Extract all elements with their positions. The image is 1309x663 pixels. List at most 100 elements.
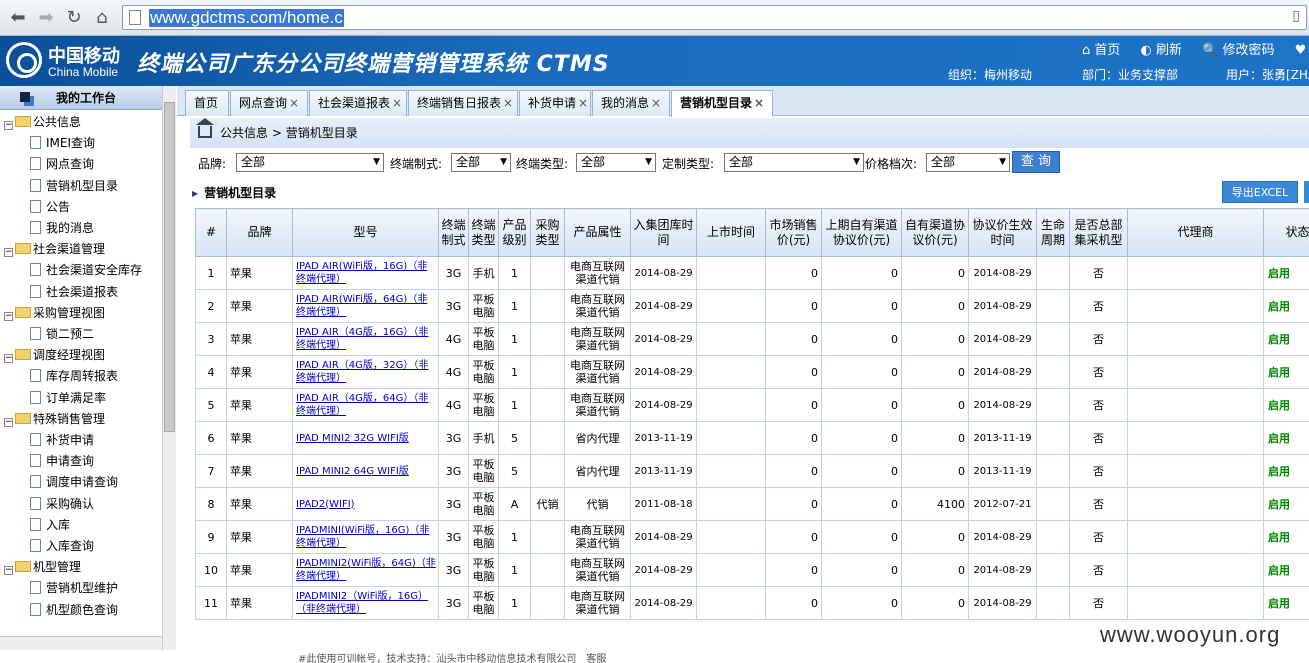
tree-item[interactable]: 订单满足率 bbox=[0, 388, 106, 409]
tree-item[interactable]: 社会渠道安全库存 bbox=[0, 260, 142, 281]
tree-item[interactable]: 调度申请查询 bbox=[0, 472, 118, 493]
tree-item[interactable]: 机型颜色查询 bbox=[0, 600, 118, 621]
tree-label: 调度申请查询 bbox=[46, 475, 119, 490]
sidebar-scrollbar[interactable] bbox=[162, 86, 176, 650]
reload-icon[interactable]: ↻ bbox=[64, 8, 84, 28]
brand-label: 品牌: bbox=[198, 157, 227, 171]
collapse-toggle-icon[interactable]: − bbox=[4, 566, 13, 576]
change-password-link[interactable]: 🔍 修改密码 bbox=[1202, 43, 1282, 58]
tree-item[interactable]: 入库查询 bbox=[0, 536, 94, 557]
column-header: 代理商 bbox=[1127, 208, 1264, 257]
table-cell: 4G bbox=[438, 322, 469, 356]
tree-folder[interactable]: − 采购管理视图 bbox=[0, 303, 105, 324]
model-link[interactable]: IPADMINI(WiFi版，16G)（非终端代理） bbox=[296, 525, 429, 549]
collapse-toggle-icon[interactable]: − bbox=[4, 417, 13, 427]
close-icon[interactable]: × bbox=[754, 96, 764, 110]
tab[interactable]: 社会渠道报表 × bbox=[309, 90, 407, 116]
tree-folder[interactable]: − 公共信息 bbox=[0, 112, 81, 133]
model-link[interactable]: IPADMINI2（WiFi版，16G）（非终端代理） bbox=[296, 591, 428, 615]
tab[interactable]: 营销机型目录 × bbox=[671, 90, 773, 117]
tab[interactable]: 首页 bbox=[185, 90, 229, 116]
model-link[interactable]: IPAD MINI2 32G WIFI版 bbox=[296, 433, 409, 444]
tab[interactable]: 网点查询 × bbox=[230, 90, 308, 116]
tree-item[interactable]: 网点查询 bbox=[0, 154, 94, 175]
table-cell: 否 bbox=[1069, 421, 1128, 455]
close-icon[interactable]: × bbox=[392, 96, 402, 110]
brand-select[interactable]: 全部 bbox=[236, 153, 384, 172]
query-button[interactable]: 查 询 bbox=[1012, 151, 1060, 173]
table-cell: 代销 bbox=[530, 487, 565, 521]
close-icon[interactable]: × bbox=[578, 96, 588, 110]
page-icon bbox=[30, 602, 41, 616]
tree-folder[interactable]: − 社会渠道管理 bbox=[0, 239, 105, 260]
table-cell: 0 bbox=[765, 322, 822, 356]
tree-item[interactable]: 补货申请 bbox=[0, 430, 94, 451]
model-link[interactable]: IPAD2(WIFI) bbox=[296, 499, 355, 510]
close-icon[interactable]: × bbox=[651, 96, 661, 110]
collapse-toggle-icon[interactable]: − bbox=[4, 354, 13, 364]
model-link[interactable]: IPAD AIR(WiFi版，64G)（非终端代理） bbox=[296, 294, 427, 318]
tree-item[interactable]: 营销机型维护 bbox=[0, 578, 118, 599]
model-link[interactable]: IPAD AIR（4G版，32G）（非终端代理） bbox=[296, 360, 428, 384]
collapse-toggle-icon[interactable]: − bbox=[4, 248, 13, 258]
table-cell bbox=[696, 256, 766, 290]
refresh-link[interactable]: ◐ 刷新 bbox=[1141, 43, 1191, 58]
table-cell: 5 bbox=[498, 421, 531, 455]
tree-folder[interactable]: − 调度经理视图 bbox=[0, 345, 105, 366]
export-excel-button[interactable]: 导出EXCEL bbox=[1222, 181, 1298, 203]
address-bar[interactable]: www.gdctms.com/home.c ▯ bbox=[122, 5, 1307, 30]
tree-item[interactable]: IMEI查询 bbox=[0, 133, 95, 154]
tab[interactable]: 补货申请 × bbox=[519, 90, 591, 116]
tree-item[interactable]: 我的消息 bbox=[0, 218, 94, 239]
scrollbar-thumb[interactable] bbox=[164, 102, 175, 432]
model-link[interactable]: IPAD MINI2 64G WIFI版 bbox=[296, 466, 409, 477]
tree-item[interactable]: 入库 bbox=[0, 515, 70, 536]
table-cell: 否 bbox=[1069, 388, 1128, 422]
model-link[interactable]: IPAD AIR（4G版，64G）（非终端代理） bbox=[296, 393, 428, 417]
close-icon[interactable]: × bbox=[503, 96, 513, 110]
table-cell: 电商互联网渠道代销 bbox=[564, 256, 631, 290]
model-link[interactable]: IPADMINI2(WiFi版，64G)（非终端代理） bbox=[296, 558, 436, 582]
table-cell: 0 bbox=[821, 421, 902, 455]
home-icon[interactable]: ⌂ bbox=[92, 8, 112, 28]
table-cell: IPAD AIR(WiFi版，16G)（非终端代理） bbox=[292, 256, 439, 290]
column-header: 上期自有渠道协议价(元) bbox=[821, 208, 902, 257]
table-cell: 2013-11-19 bbox=[630, 454, 697, 488]
help-link[interactable]: ♥ 帮助 bbox=[1295, 43, 1309, 58]
table-cell: IPAD AIR（4G版，32G）（非终端代理） bbox=[292, 355, 439, 389]
system-select[interactable]: 全部 bbox=[451, 153, 511, 172]
type-select[interactable]: 全部 bbox=[576, 153, 656, 172]
back-icon[interactable]: ⬅ bbox=[8, 8, 28, 28]
price-select[interactable]: 全部 bbox=[926, 153, 1010, 172]
tree-folder[interactable]: − 特殊销售管理 bbox=[0, 409, 105, 430]
home-link[interactable]: ⌂ 首页 bbox=[1082, 43, 1128, 58]
page-icon bbox=[30, 199, 41, 213]
tree-item[interactable]: 库存周转报表 bbox=[0, 366, 118, 387]
table-cell: 2014-08-29 bbox=[968, 322, 1037, 356]
page-menu-icon[interactable]: ▯ bbox=[1292, 8, 1300, 24]
tree-label: 机型颜色查询 bbox=[46, 602, 119, 617]
tree-item[interactable]: 申请查询 bbox=[0, 451, 94, 472]
collapse-toggle-icon[interactable]: − bbox=[4, 311, 13, 321]
table-cell: 启用 bbox=[1263, 586, 1309, 620]
tab[interactable]: 终端销售日报表 × bbox=[408, 90, 518, 116]
tree-folder[interactable]: − 机型管理 bbox=[0, 557, 81, 578]
model-link[interactable]: IPAD AIR（4G版，16G）（非终端代理） bbox=[296, 327, 428, 351]
model-link[interactable]: IPAD AIR(WiFi版，16G)（非终端代理） bbox=[296, 261, 427, 285]
column-header: 产品属性 bbox=[564, 208, 631, 257]
url-text[interactable]: www.gdctms.com/home.c bbox=[149, 9, 344, 27]
tree-item[interactable]: 公告 bbox=[0, 197, 70, 218]
collapse-toggle-icon[interactable]: − bbox=[4, 121, 13, 130]
tree-item[interactable]: 营销机型目录 bbox=[0, 176, 118, 197]
custom-select[interactable]: 全部 bbox=[724, 153, 864, 172]
model-table-container: # 品牌 型号 终端制式 终端类型 产品级别 采购类型 产品属性 入集团库时间 上市时间 市场销售价… bbox=[195, 208, 1309, 623]
sidebar-hscrollbar[interactable] bbox=[0, 636, 162, 650]
tree-item[interactable]: 锁二预二 bbox=[0, 324, 94, 345]
tree-item[interactable]: 采购确认 bbox=[0, 494, 94, 515]
table-cell: 2013-11-19 bbox=[968, 421, 1037, 455]
extra-button[interactable] bbox=[1304, 181, 1309, 203]
forward-icon[interactable]: ➡ bbox=[36, 8, 56, 28]
tree-item[interactable]: 社会渠道报表 bbox=[0, 282, 118, 303]
close-icon[interactable]: × bbox=[289, 96, 299, 110]
tab[interactable]: 我的消息 × bbox=[592, 90, 670, 116]
